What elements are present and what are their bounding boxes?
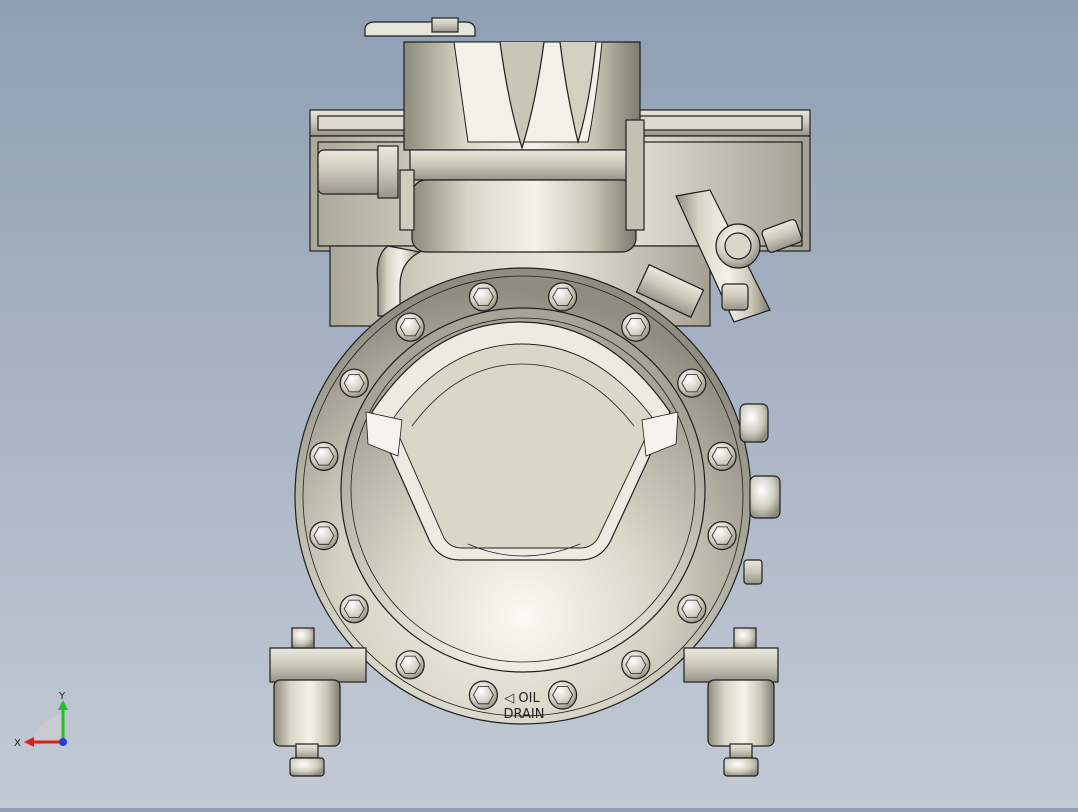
z-axis-dot: [59, 738, 67, 746]
x-axis-arrow: [24, 737, 34, 747]
flange-bolt: [468, 282, 498, 312]
top-cap: [364, 17, 645, 253]
flange-bolt: [547, 282, 578, 312]
y-axis-label: Y: [58, 691, 66, 702]
flange-bolt: [309, 520, 339, 551]
flange-bolt: [621, 312, 651, 342]
flange-bolt: [395, 650, 425, 680]
compressor-model[interactable]: ◁ OIL DRAIN: [269, 17, 811, 777]
flange-bolt: [621, 650, 651, 680]
flange-bolt: [309, 441, 339, 471]
flange-bolt: [468, 680, 498, 710]
left-foot: [269, 627, 367, 777]
flange-bolt: [339, 368, 369, 398]
flange-bolt: [677, 594, 707, 624]
flange-bolt: [707, 441, 737, 471]
flange-bolt: [707, 520, 737, 551]
right-foot: [683, 627, 779, 777]
flange-bolt: [395, 312, 425, 342]
drain-label: DRAIN: [504, 707, 545, 722]
axis-triad-icon: Y X: [14, 691, 68, 749]
flange-bolt: [339, 594, 369, 624]
flange-bolt: [677, 368, 707, 398]
flange-bolt: [547, 680, 578, 710]
oil-label: ◁ OIL: [504, 691, 540, 706]
x-axis-label: X: [14, 738, 21, 749]
cad-viewport[interactable]: ◁ OIL DRAIN Y X: [0, 0, 1078, 808]
